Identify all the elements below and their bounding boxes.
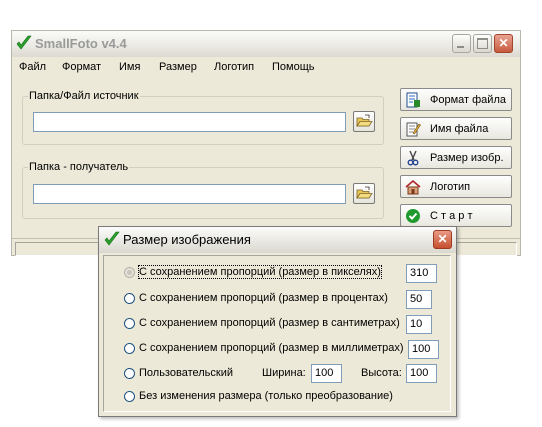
open-folder-icon: [356, 186, 373, 199]
image-size-button[interactable]: Размер изобр.: [400, 146, 512, 169]
logo-house-icon: [405, 180, 421, 195]
source-path-input[interactable]: [33, 112, 346, 132]
menu-name[interactable]: Имя: [119, 61, 140, 73]
close-icon: ✕: [437, 232, 448, 246]
pixels-value-input[interactable]: 310: [406, 264, 437, 283]
width-value-input[interactable]: 100: [311, 364, 342, 383]
start-check-icon: [406, 209, 420, 223]
radio-percent[interactable]: [124, 293, 135, 304]
percent-value-input[interactable]: 50: [406, 290, 432, 309]
close-icon: ✕: [498, 36, 509, 50]
title-bar[interactable]: SmallFoto v4.4 ✕: [12, 31, 520, 57]
radio-no-resize[interactable]: [124, 391, 135, 402]
height-value-input[interactable]: 100: [406, 364, 437, 383]
source-group-label: Папка/Файл источник: [28, 90, 140, 102]
minimize-button[interactable]: [452, 34, 471, 53]
start-label: С т а р т: [430, 210, 473, 222]
scissors-icon: [407, 150, 419, 166]
start-button[interactable]: С т а р т: [400, 204, 512, 227]
option-no-resize-label: Без изменения размера (только преобразов…: [139, 390, 393, 402]
dest-path-input[interactable]: [33, 184, 346, 204]
file-format-button[interactable]: Формат файла: [400, 88, 512, 111]
file-name-button[interactable]: Имя файла: [400, 117, 512, 140]
checkmark-logo-icon: [104, 231, 120, 246]
dialog-title-bar[interactable]: Размер изображения ✕: [99, 227, 456, 253]
menu-format[interactable]: Формат: [62, 61, 101, 73]
height-label: Высота:: [361, 367, 402, 379]
option-custom-label: Пользовательский: [139, 367, 233, 379]
checkmark-logo-icon: [16, 35, 32, 50]
pencil-document-icon: [406, 122, 421, 137]
menu-help[interactable]: Помощь: [272, 61, 315, 73]
option-cm-label: С сохранением пропорций (размер в сантим…: [139, 317, 400, 329]
dest-group: Папка - получатель: [22, 161, 384, 219]
option-percent-label: С сохранением пропорций (размер в процен…: [139, 292, 388, 304]
dialog-title: Размер изображения: [123, 232, 251, 247]
dest-browse-button[interactable]: [353, 183, 375, 204]
logo-button[interactable]: Логотип: [400, 175, 512, 198]
cm-value-input[interactable]: 10: [406, 315, 432, 334]
radio-cm[interactable]: [124, 318, 135, 329]
menu-file[interactable]: Файл: [19, 61, 46, 73]
option-pixels-label: С сохранением пропорций (размер в пиксел…: [138, 265, 382, 279]
radio-pixels[interactable]: [124, 267, 135, 278]
main-window: SmallFoto v4.4 ✕ Файл Формат Имя Размер …: [11, 30, 521, 256]
dest-group-label: Папка - получатель: [28, 161, 130, 173]
file-format-icon: [406, 92, 420, 108]
logo-label: Логотип: [430, 181, 471, 193]
window-title: SmallFoto v4.4: [35, 36, 127, 51]
dialog-close-button[interactable]: ✕: [433, 230, 452, 249]
source-browse-button[interactable]: [353, 111, 375, 132]
option-mm-label: С сохранением пропорций (размер в миллим…: [139, 342, 404, 354]
file-format-label: Формат файла: [430, 94, 506, 106]
maximize-button[interactable]: [473, 34, 492, 53]
menu-size[interactable]: Размер: [159, 61, 197, 73]
menu-bar: Файл Формат Имя Размер Логотип Помощь: [12, 57, 520, 77]
open-folder-icon: [356, 114, 373, 127]
source-group: Папка/Файл источник: [22, 90, 384, 145]
radio-custom[interactable]: [124, 368, 135, 379]
menu-logo[interactable]: Логотип: [214, 61, 254, 73]
file-name-label: Имя файла: [430, 123, 489, 135]
close-button[interactable]: ✕: [494, 34, 513, 53]
radio-mm[interactable]: [124, 343, 135, 354]
mm-value-input[interactable]: 100: [408, 340, 439, 359]
width-label: Ширина:: [262, 367, 306, 379]
dialog-content: С сохранением пропорций (размер в пиксел…: [103, 255, 451, 412]
image-size-label: Размер изобр.: [430, 152, 504, 164]
image-size-dialog: Размер изображения ✕ С сохранением пропо…: [98, 226, 457, 417]
